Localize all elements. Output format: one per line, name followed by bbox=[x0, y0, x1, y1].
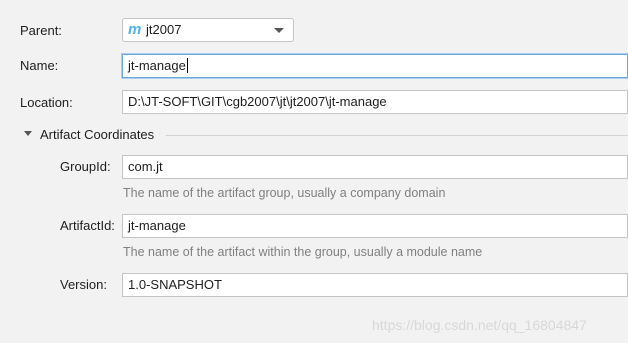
name-input[interactable]: jt-manage bbox=[122, 54, 628, 78]
name-input-value: jt-manage bbox=[128, 58, 186, 73]
artifactid-input[interactable]: jt-manage bbox=[122, 214, 628, 238]
location-input[interactable]: D:\JT-SOFT\GIT\cgb2007\jt\jt2007\jt-mana… bbox=[122, 90, 628, 114]
version-input[interactable]: 1.0-SNAPSHOT bbox=[122, 273, 628, 297]
chevron-down-icon[interactable] bbox=[274, 28, 284, 33]
groupid-hint: The name of the artifact group, usually … bbox=[123, 186, 446, 200]
collapse-triangle-icon[interactable] bbox=[24, 131, 32, 136]
name-label: Name: bbox=[20, 58, 59, 73]
groupid-label: GroupId: bbox=[60, 159, 111, 174]
version-input-value: 1.0-SNAPSHOT bbox=[128, 277, 222, 292]
groupid-input[interactable]: com.jt bbox=[122, 155, 628, 179]
artifact-coordinates-header[interactable]: Artifact Coordinates bbox=[40, 127, 154, 142]
location-label: Location: bbox=[20, 95, 73, 110]
artifactid-label: ArtifactId: bbox=[60, 218, 115, 233]
artifactid-hint: The name of the artifact within the grou… bbox=[123, 245, 483, 259]
artifactid-input-value: jt-manage bbox=[128, 218, 186, 233]
parent-select[interactable]: m jt2007 bbox=[122, 18, 294, 42]
watermark-text: https://blog.csdn.net/qq_16804847 bbox=[372, 317, 587, 333]
section-divider bbox=[166, 135, 628, 136]
text-caret bbox=[186, 58, 188, 73]
location-input-value: D:\JT-SOFT\GIT\cgb2007\jt\jt2007\jt-mana… bbox=[128, 94, 387, 109]
maven-m-icon: m bbox=[128, 21, 142, 38]
parent-select-value: jt2007 bbox=[146, 22, 182, 37]
version-label: Version: bbox=[60, 277, 107, 292]
parent-label: Parent: bbox=[20, 23, 62, 38]
groupid-input-value: com.jt bbox=[128, 159, 163, 174]
